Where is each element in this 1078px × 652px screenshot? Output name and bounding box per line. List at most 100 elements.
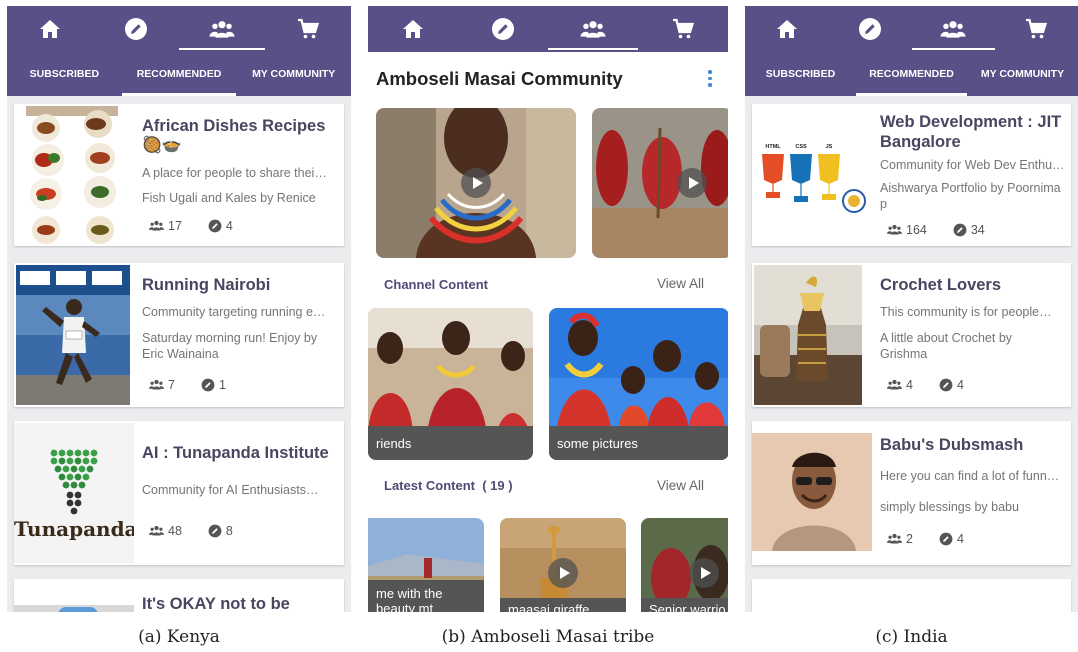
tab-subscribed[interactable]: SUBSCRIBED (7, 52, 122, 96)
caption-masai: (b) Amboseli Masai tribe (441, 627, 655, 647)
nav-posts[interactable] (828, 6, 911, 52)
posts-icon (208, 219, 222, 233)
crochet-photo (754, 265, 868, 405)
members-count: 2 (906, 531, 913, 546)
featured-post: Saturday morning run! Enjoy by Eric Wain… (142, 331, 318, 361)
js-badge-label: JS (825, 144, 833, 150)
india-screen: SUBSCRIBED RECOMMENDED MY COMMUNITY HTML… (745, 6, 1078, 612)
community-card[interactable]: It's OKAY not to be OKAY. (14, 579, 344, 612)
nav-communities[interactable] (911, 6, 996, 52)
members-icon (887, 531, 902, 546)
group-icon (940, 16, 966, 42)
nav-cart[interactable] (265, 6, 351, 52)
view-all-channel-link[interactable]: View All (657, 276, 704, 291)
community-card[interactable]: HTML CSS JS Web Development : JIT Bangal… (752, 104, 1071, 246)
community-description: Community for AI Enthusiasts… (142, 483, 319, 497)
posts-icon (939, 378, 953, 392)
nav-communities[interactable] (548, 6, 638, 52)
posts-count: 34 (970, 222, 985, 237)
nav-posts[interactable] (458, 6, 548, 52)
latest-item[interactable]: maasai giraffe (500, 518, 626, 612)
community-tabs: SUBSCRIBED RECOMMENDED MY COMMUNITY (7, 52, 351, 96)
masai-community-screen: Amboseli Masai Community Channel Content… (368, 6, 728, 612)
nav-posts[interactable] (93, 6, 179, 52)
pencil-icon (858, 17, 882, 41)
home-icon (775, 17, 799, 41)
community-stats: 7 1 (149, 377, 252, 392)
top-nav (745, 6, 1078, 52)
cart-icon (1024, 17, 1048, 41)
top-nav (368, 6, 728, 52)
community-description: Community targeting running e… (142, 305, 326, 319)
community-card[interactable]: Tunapanda AI : Tunapanda Institute Commu… (14, 421, 344, 565)
community-title: AI : Tunapanda Institute (142, 444, 329, 462)
community-description: A place for people to share thei… (142, 166, 327, 180)
tab-recommended[interactable]: RECOMMENDED (121, 52, 237, 96)
community-tabs: SUBSCRIBED RECOMMENDED MY COMMUNITY (745, 52, 1078, 96)
kenya-screen: SUBSCRIBED RECOMMENDED MY COMMUNITY Afri… (7, 6, 351, 612)
nav-home[interactable] (368, 6, 458, 52)
posts-count: 8 (225, 523, 233, 538)
play-icon (548, 558, 578, 588)
latest-content-heading: Latest Content ( 19 ) (384, 478, 513, 493)
tab-my-community[interactable]: MY COMMUNITY (967, 52, 1078, 96)
nav-cart[interactable] (638, 6, 728, 52)
community-card[interactable] (752, 579, 1071, 612)
group-icon (209, 16, 235, 42)
play-icon (677, 168, 707, 198)
community-title: Web Development : JIT Bangalore (880, 113, 1062, 151)
channel-item[interactable]: some pictures (549, 308, 728, 460)
home-icon (38, 17, 62, 41)
featured-post: Aishwarya Portfolio by Poornima p (880, 181, 1061, 211)
runner-photo (16, 265, 130, 405)
nav-cart[interactable] (995, 6, 1078, 52)
community-card[interactable]: African Dishes Recipes 🥘🍲 A place for pe… (14, 104, 344, 246)
latest-item[interactable]: Senior warrio (641, 518, 728, 612)
pencil-icon (491, 17, 515, 41)
posts-count: 1 (218, 377, 226, 392)
video-thumbnail[interactable] (592, 108, 728, 258)
thumbnail-shape (58, 607, 98, 612)
community-description: This community is for people… (880, 305, 1052, 319)
play-icon (461, 168, 491, 198)
community-stats: 48 8 (149, 523, 259, 538)
view-all-latest-link[interactable]: View All (657, 478, 704, 493)
community-card[interactable]: Crochet Lovers This community is for peo… (752, 263, 1071, 407)
web-dev-logo-image: HTML CSS JS (754, 106, 868, 244)
channel-item[interactable]: riends (368, 308, 533, 460)
members-icon (149, 523, 164, 538)
cart-icon (296, 17, 320, 41)
video-thumbnail[interactable] (376, 108, 576, 258)
members-count: 4 (906, 377, 913, 392)
home-icon (401, 17, 425, 41)
community-stats: 4 4 (887, 377, 990, 392)
community-description: Community for Web Dev Enthu… (880, 158, 1065, 172)
channel-item-label: riends (368, 426, 533, 460)
emoji-decoration: 🥘🍲 (142, 137, 182, 154)
group-icon (580, 16, 606, 42)
latest-item-label: maasai giraffe (500, 598, 626, 612)
nav-communities[interactable] (179, 6, 265, 52)
posts-icon (201, 378, 215, 392)
community-card[interactable]: Babu's Dubsmash Here you can find a lot … (752, 421, 1071, 565)
posts-count: 4 (956, 377, 964, 392)
members-count: 17 (168, 218, 182, 233)
members-count: 7 (168, 377, 175, 392)
community-description: Here you can find a lot of funny… (880, 469, 1065, 483)
tab-subscribed[interactable]: SUBSCRIBED (745, 52, 856, 96)
html-badge-label: HTML (765, 144, 781, 150)
nav-home[interactable] (745, 6, 828, 52)
more-options-icon[interactable] (708, 70, 712, 90)
nav-home[interactable] (7, 6, 93, 52)
community-title: Running Nairobi (142, 276, 271, 294)
tab-my-community[interactable]: MY COMMUNITY (236, 52, 351, 96)
members-icon (887, 377, 902, 392)
dubsmash-photo (752, 433, 872, 551)
latest-item[interactable]: me with the beauty mt (368, 518, 484, 612)
community-card[interactable]: Running Nairobi Community targeting runn… (14, 263, 344, 407)
members-icon (149, 377, 164, 392)
posts-icon (953, 223, 967, 237)
posts-count: 4 (956, 531, 964, 546)
tab-recommended[interactable]: RECOMMENDED (856, 52, 967, 96)
community-stats: 2 4 (887, 531, 990, 546)
